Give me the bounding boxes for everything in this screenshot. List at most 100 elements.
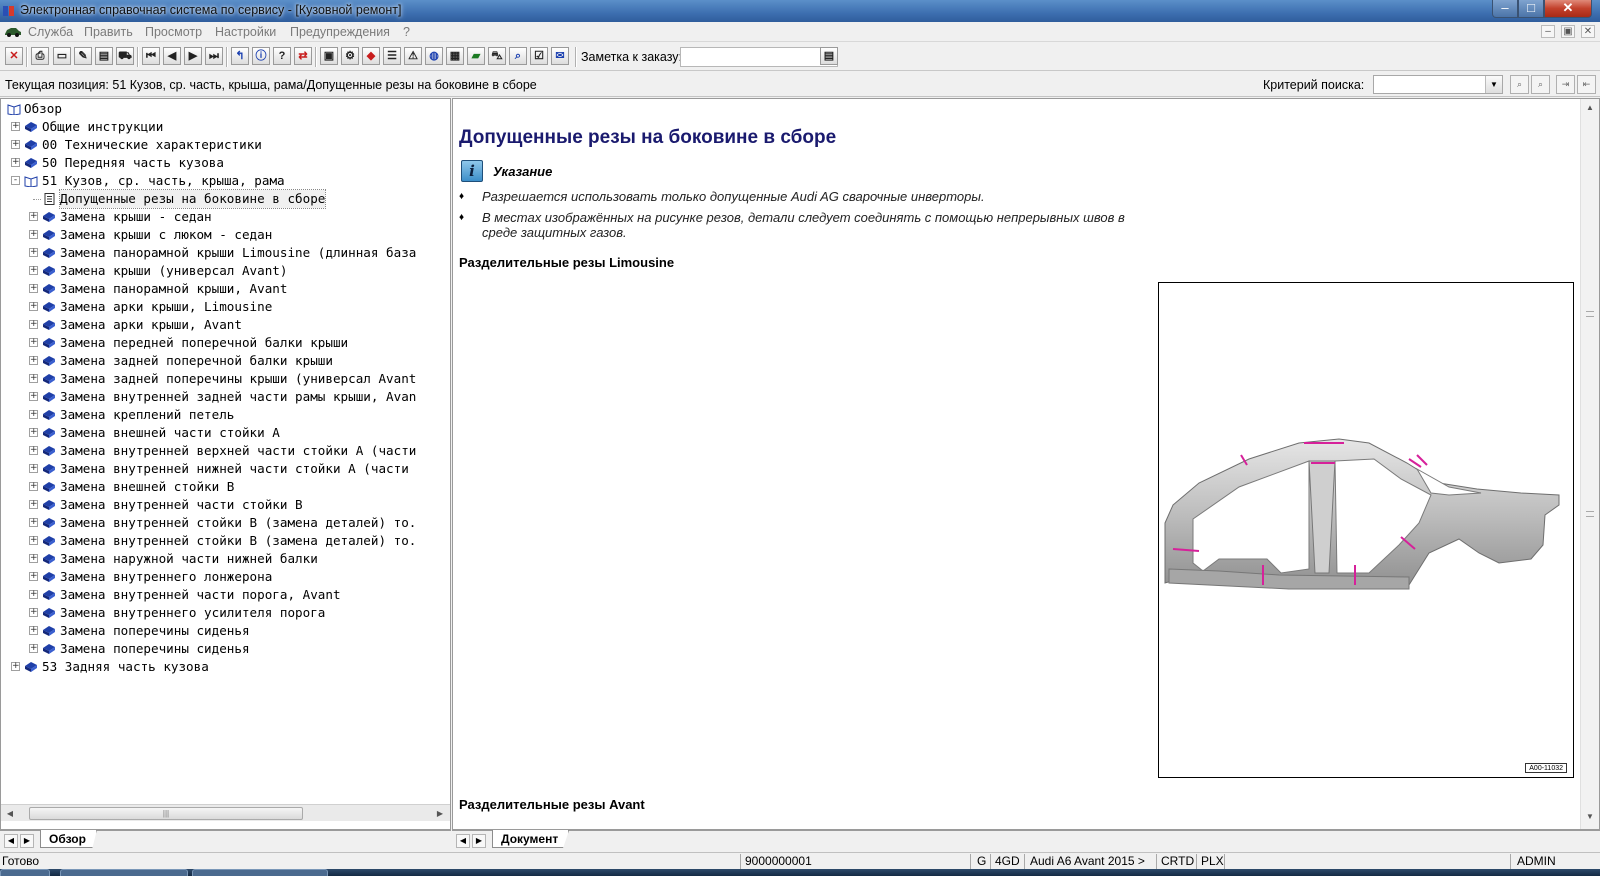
close-button[interactable]: ✕: [1544, 0, 1592, 18]
notes-icon[interactable]: ✉: [551, 47, 569, 65]
edit-page-icon[interactable]: ✎: [74, 47, 92, 65]
tab-next-icon[interactable]: ▶: [472, 834, 486, 848]
next-page-icon[interactable]: ▶: [184, 47, 202, 65]
vehicle-icon[interactable]: ⛟: [116, 47, 134, 65]
expand-icon[interactable]: +: [29, 464, 38, 473]
checklist-icon[interactable]: ☑: [530, 47, 548, 65]
book-icon: [43, 500, 55, 510]
tab-prev-icon[interactable]: ◀: [456, 834, 470, 848]
expand-icon[interactable]: +: [29, 284, 38, 293]
menu-settings[interactable]: Настройки: [215, 25, 276, 39]
tree-item-label: Замена арки крыши, Avant: [60, 317, 242, 332]
mdi-close-button[interactable]: ✕: [1581, 25, 1595, 38]
expand-icon[interactable]: +: [29, 338, 38, 347]
expand-icon[interactable]: +: [29, 572, 38, 581]
help-icon[interactable]: ?: [273, 47, 291, 65]
taskbar-item[interactable]: [192, 869, 328, 876]
swap-icon[interactable]: ⇄: [294, 47, 312, 65]
car-icon[interactable]: ⛍: [488, 47, 506, 65]
expand-icon[interactable]: +: [29, 554, 38, 563]
document-icon[interactable]: ▤: [95, 47, 113, 65]
search-car-icon[interactable]: ⌕: [509, 47, 527, 65]
search-icon[interactable]: ⌕: [1510, 75, 1529, 94]
expand-icon[interactable]: +: [29, 428, 38, 437]
expand-icon[interactable]: +: [29, 410, 38, 419]
tab-next-icon[interactable]: ▶: [20, 834, 34, 848]
search-criteria-select[interactable]: ▼: [1373, 75, 1503, 94]
search-criteria-label: Критерий поиска:: [1263, 78, 1365, 92]
scrollbar-grip[interactable]: [1586, 511, 1594, 517]
repair-manual-icon[interactable]: ◆: [362, 47, 380, 65]
expand-icon[interactable]: +: [29, 626, 38, 635]
expand-icon[interactable]: +: [29, 608, 38, 617]
taskbar-item[interactable]: [60, 869, 188, 876]
warning-icon[interactable]: ⚠: [404, 47, 422, 65]
expand-icon[interactable]: +: [29, 392, 38, 401]
expand-icon[interactable]: +: [29, 644, 38, 653]
globe-icon[interactable]: ◍: [425, 47, 443, 65]
info-icon[interactable]: ⓘ: [252, 47, 270, 65]
expand-icon[interactable]: +: [29, 500, 38, 509]
mdi-minimize-button[interactable]: –: [1541, 25, 1555, 38]
menu-warnings[interactable]: Предупреждения: [290, 25, 390, 39]
tree-horizontal-scrollbar[interactable]: ◀ ||| ▶: [1, 804, 450, 821]
figure-code: A00-11032: [1525, 763, 1567, 773]
expand-icon[interactable]: +: [29, 446, 38, 455]
scrollbar-grip[interactable]: [1586, 311, 1594, 317]
document-vertical-scrollbar[interactable]: ▲ ▼: [1580, 99, 1599, 829]
new-page-icon[interactable]: ▭: [53, 47, 71, 65]
scroll-down-icon[interactable]: ▼: [1584, 811, 1596, 823]
expand-icon[interactable]: +: [29, 302, 38, 311]
expand-icon[interactable]: +: [29, 248, 38, 257]
order-note-field[interactable]: [680, 47, 838, 67]
tab-overview[interactable]: Обзор: [40, 830, 97, 848]
first-page-icon[interactable]: ⏮: [142, 47, 160, 65]
expand-icon[interactable]: +: [29, 518, 38, 527]
scrollbar-thumb[interactable]: |||: [29, 807, 303, 820]
tab-prev-icon[interactable]: ◀: [4, 834, 18, 848]
expand-icon[interactable]: +: [29, 536, 38, 545]
expand-icon[interactable]: +: [29, 320, 38, 329]
car-menu-icon[interactable]: [4, 26, 22, 38]
exit-icon[interactable]: ✕: [5, 47, 23, 65]
order-note-edit-icon[interactable]: ▤: [820, 47, 838, 65]
expand-icon[interactable]: +: [29, 482, 38, 491]
minimize-button[interactable]: –: [1492, 0, 1518, 18]
scroll-up-icon[interactable]: ▲: [1584, 102, 1596, 114]
chevron-down-icon[interactable]: ▼: [1485, 76, 1502, 93]
menu-edit[interactable]: Править: [84, 25, 133, 39]
tab-document[interactable]: Документ: [492, 830, 570, 848]
print-icon[interactable]: ⎙: [31, 47, 49, 65]
expand-icon[interactable]: +: [29, 212, 38, 221]
expand-icon[interactable]: +: [11, 158, 20, 167]
list-icon[interactable]: ☰: [383, 47, 401, 65]
scroll-left-icon[interactable]: ◀: [3, 807, 17, 820]
expand-icon[interactable]: +: [29, 230, 38, 239]
expand-icon[interactable]: +: [29, 356, 38, 365]
menu-view[interactable]: Просмотр: [145, 25, 202, 39]
indent-right-icon[interactable]: ⇥: [1556, 75, 1575, 94]
mdi-restore-button[interactable]: ▣: [1561, 25, 1575, 38]
expand-icon[interactable]: +: [29, 590, 38, 599]
book-icon: [25, 122, 37, 132]
expand-icon[interactable]: +: [11, 140, 20, 149]
diagnosis-icon[interactable]: ⚙: [341, 47, 359, 65]
expand-icon[interactable]: +: [11, 122, 20, 131]
start-button[interactable]: [0, 869, 50, 876]
back-link-icon[interactable]: ↰: [231, 47, 249, 65]
calculator-icon[interactable]: ▦: [446, 47, 464, 65]
module-icon[interactable]: ▣: [320, 47, 338, 65]
menu-help[interactable]: ?: [403, 25, 410, 39]
expand-icon[interactable]: +: [29, 266, 38, 275]
previous-page-icon[interactable]: ◀: [163, 47, 181, 65]
expand-icon[interactable]: +: [29, 374, 38, 383]
last-page-icon[interactable]: ⏭: [205, 47, 223, 65]
book-icon[interactable]: ▰: [467, 47, 485, 65]
indent-left-icon[interactable]: ⇤: [1577, 75, 1596, 94]
maximize-button[interactable]: □: [1518, 0, 1544, 18]
scroll-right-icon[interactable]: ▶: [433, 807, 447, 820]
search-next-icon[interactable]: ⌕: [1531, 75, 1550, 94]
menu-service[interactable]: Служба: [28, 25, 73, 39]
expand-icon[interactable]: +: [11, 662, 20, 671]
collapse-icon[interactable]: -: [11, 176, 20, 185]
